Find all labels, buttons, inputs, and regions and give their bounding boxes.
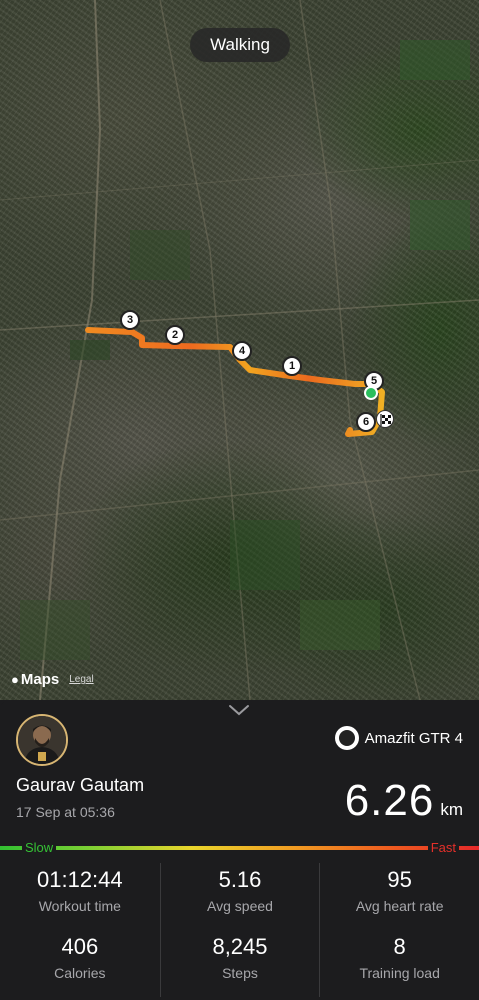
stat-value: 95 — [387, 867, 412, 892]
route-marker-1[interactable]: 1 — [282, 356, 302, 376]
fast-label: Fast — [427, 840, 459, 856]
distance-value: 6.26 — [344, 776, 435, 825]
maps-brand-text: Maps — [20, 671, 60, 688]
route-marker-label: 1 — [288, 360, 296, 372]
stat-avg-speed: 5.16 Avg speed — [159, 863, 320, 930]
stats-grid: 01:12:44 Workout time 5.16 Avg speed 95 … — [0, 863, 479, 1000]
activity-type-pill: Walking — [190, 28, 290, 62]
distance-readout: 6.26 km — [345, 776, 463, 826]
stat-avg-heart-rate: 95 Avg heart rate — [319, 863, 479, 930]
route-marker-4[interactable]: 4 — [232, 341, 252, 361]
stat-label: Calories — [54, 965, 106, 981]
maps-attribution: ● Maps Legal — [11, 671, 94, 688]
route-marker-2[interactable]: 2 — [165, 325, 185, 345]
user-name: Gaurav Gautam — [16, 775, 145, 795]
route-marker-label: 4 — [238, 345, 246, 357]
stat-label: Avg heart rate — [355, 898, 444, 914]
slow-label: Slow — [22, 840, 57, 856]
stat-value: 8,245 — [212, 934, 268, 959]
apple-logo-icon: ● — [11, 672, 19, 687]
device-info: Amazfit GTR 4 — [334, 726, 463, 750]
stat-value: 5.16 — [218, 867, 262, 892]
stat-value: 406 — [61, 934, 99, 959]
watch-icon — [334, 726, 359, 750]
distance-unit: km — [440, 800, 463, 819]
chevron-down-icon[interactable] — [228, 704, 250, 716]
stat-workout-time: 01:12:44 Workout time — [0, 863, 160, 930]
checkered-flag-icon[interactable] — [376, 410, 394, 428]
stat-label: Steps — [222, 965, 258, 981]
stat-calories: 406 Calories — [0, 930, 160, 997]
stat-label: Workout time — [38, 898, 121, 914]
route-marker-label: 6 — [362, 416, 370, 428]
stat-steps: 8,245 Steps — [159, 930, 320, 997]
stat-label: Avg speed — [207, 898, 273, 914]
speed-legend: Slow Fast — [0, 840, 479, 856]
avatar[interactable] — [16, 714, 68, 766]
route-marker-3[interactable]: 3 — [120, 310, 140, 330]
legal-link[interactable]: Legal — [69, 674, 93, 685]
stat-value: 8 — [393, 934, 406, 959]
start-pin-icon[interactable] — [364, 386, 378, 400]
route-marker-label: 3 — [126, 314, 134, 326]
stat-value: 01:12:44 — [37, 867, 123, 892]
workout-summary-sheet: Amazfit GTR 4 Gaurav Gautam 17 Sep at 05… — [0, 700, 479, 1000]
route-marker-label: 2 — [171, 329, 179, 341]
workout-map[interactable]: 3 2 4 1 5 6 Walking ● Maps Legal — [0, 0, 479, 700]
device-name: Amazfit GTR 4 — [364, 729, 463, 747]
apple-maps-logo: ● Maps — [11, 671, 59, 688]
route-marker-6[interactable]: 6 — [356, 412, 376, 432]
workout-date: 17 Sep at 05:36 — [16, 804, 115, 820]
stat-label: Training load — [359, 965, 440, 981]
speed-gradient-bar — [0, 846, 479, 850]
stat-training-load: 8 Training load — [319, 930, 479, 997]
